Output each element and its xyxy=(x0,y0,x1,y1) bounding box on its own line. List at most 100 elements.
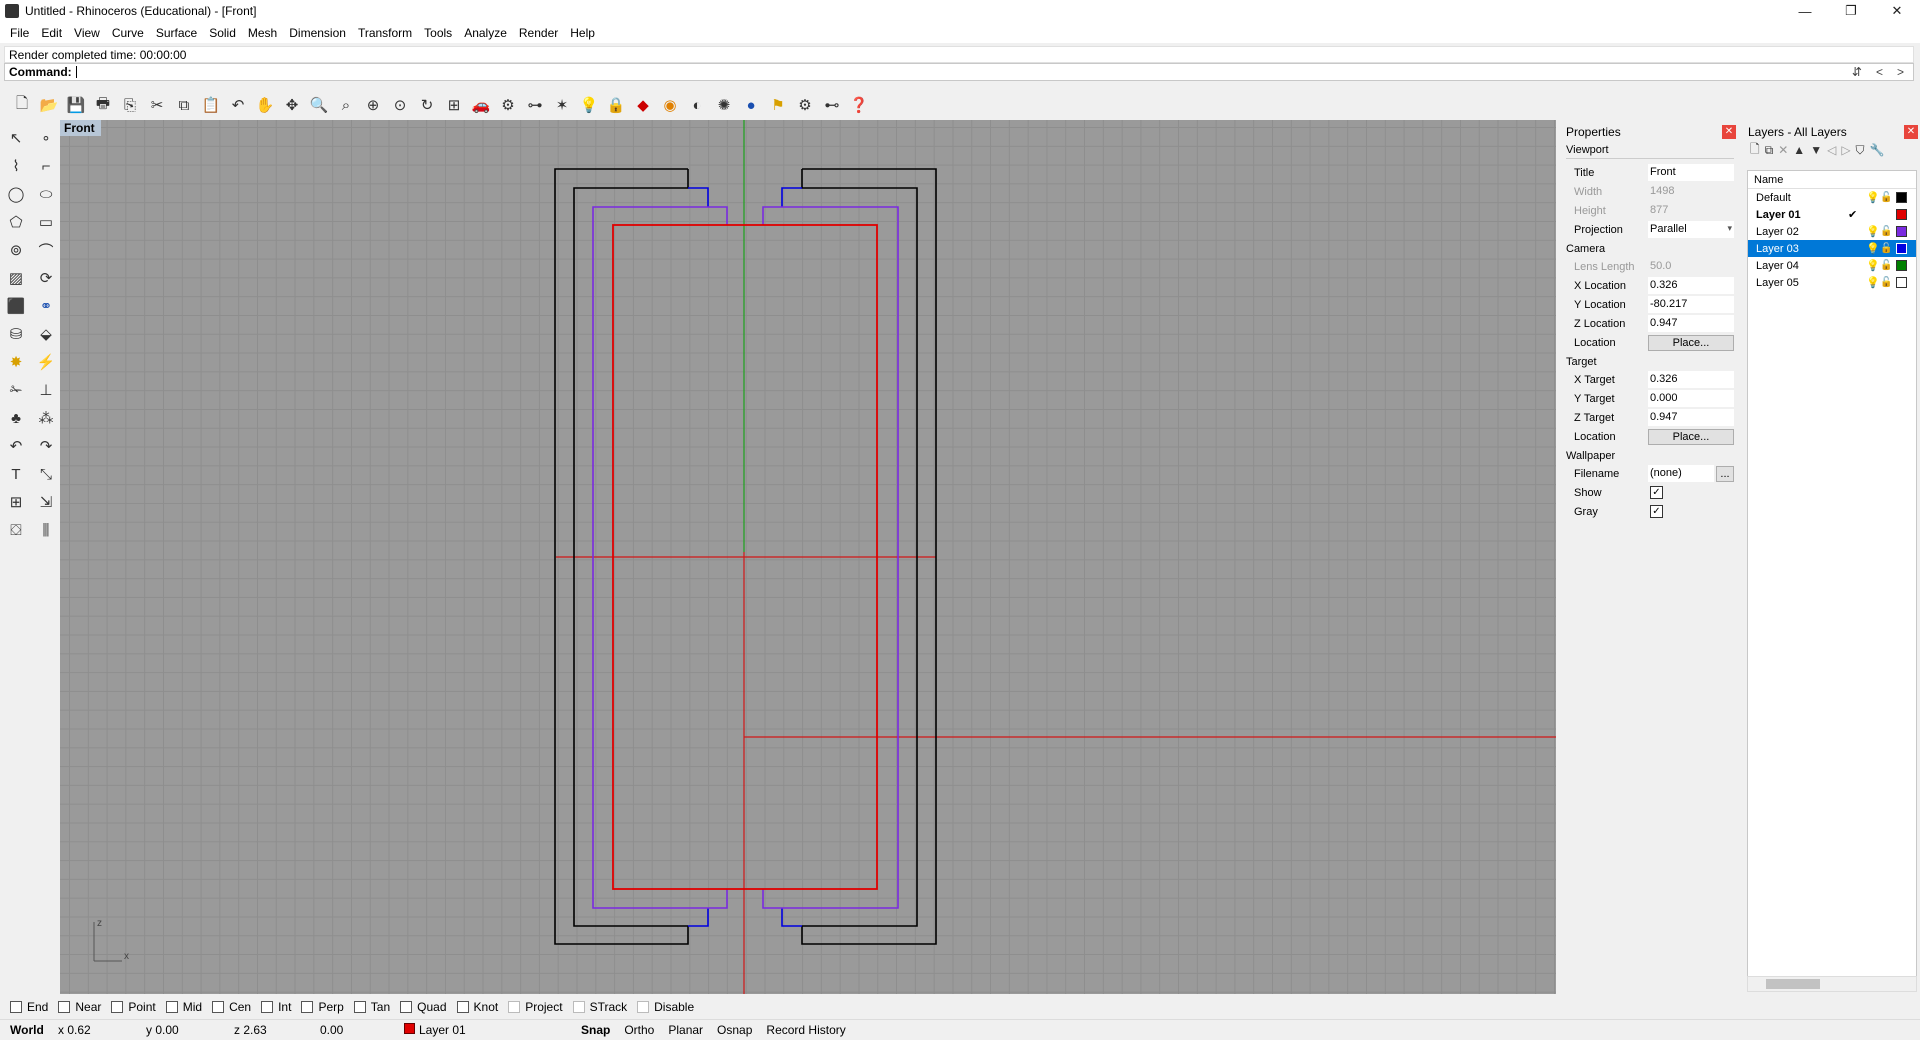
cut-icon[interactable]: ✂ xyxy=(145,93,169,117)
layer-color-swatch[interactable] xyxy=(1896,226,1907,237)
light-icon[interactable]: 💡 xyxy=(577,93,601,117)
move-left-icon[interactable]: ◁ xyxy=(1827,143,1836,157)
layer-row-layer-02[interactable]: Layer 02 💡 🔓 xyxy=(1748,223,1916,240)
rectangle-tool-icon[interactable]: ▭ xyxy=(32,208,60,236)
scrollbar-thumb[interactable] xyxy=(1766,979,1820,989)
osnap-perp[interactable]: Perp xyxy=(301,1000,344,1014)
menu-help[interactable]: Help xyxy=(564,26,601,40)
osnap-end-checkbox[interactable] xyxy=(10,1001,22,1013)
layer-color-swatch[interactable] xyxy=(1896,192,1907,203)
new-icon[interactable]: 🗋 xyxy=(10,93,34,117)
polygon-tool-icon[interactable]: ⬠ xyxy=(2,208,30,236)
sphere-icon[interactable]: ● xyxy=(739,93,763,117)
y-target-field[interactable]: 0.000 xyxy=(1648,390,1734,407)
extrude-tool-icon[interactable]: ⬙ xyxy=(32,320,60,348)
layer-row-layer-04[interactable]: Layer 04 💡 🔓 xyxy=(1748,257,1916,274)
group-tool-icon[interactable]: ♣ xyxy=(2,404,30,432)
osnap-int[interactable]: Int xyxy=(261,1000,291,1014)
arc-tool-icon[interactable]: ↷ xyxy=(32,432,60,460)
osnap-quad-checkbox[interactable] xyxy=(400,1001,413,1013)
camera-place-button[interactable]: Place... xyxy=(1648,334,1734,351)
surface-edit-icon[interactable]: ⟳ xyxy=(32,264,60,292)
text-tool-icon[interactable]: T xyxy=(2,460,30,488)
zoom-selected-icon[interactable]: ⊙ xyxy=(388,93,412,117)
split-tool-icon[interactable]: ⚡ xyxy=(32,348,60,376)
osnap-int-checkbox[interactable] xyxy=(261,1001,274,1013)
offset-tool-icon[interactable]: ⊚ xyxy=(2,236,30,264)
osnap-mid-checkbox[interactable] xyxy=(165,1001,178,1013)
osnap-point[interactable]: Point xyxy=(111,1000,156,1014)
menu-solid[interactable]: Solid xyxy=(203,26,242,40)
dimension-tool-icon[interactable]: ⤡ xyxy=(32,460,60,488)
x-location-field[interactable]: 0.326 xyxy=(1648,277,1734,294)
osnap-strack-checkbox[interactable] xyxy=(572,1001,585,1013)
status-current-layer[interactable]: Layer 01 xyxy=(404,1023,574,1037)
history-scroll-icon[interactable]: ⇵ xyxy=(1852,65,1862,79)
tools-icon[interactable]: 🔧 xyxy=(1870,143,1885,157)
ellipse-tool-icon[interactable]: ⬭ xyxy=(32,180,60,208)
zoom-extents-icon[interactable]: ⊕ xyxy=(361,93,385,117)
open-icon[interactable]: 📂 xyxy=(37,93,61,117)
box-tool-icon[interactable]: ⬛ xyxy=(2,292,30,320)
help-icon[interactable]: ❓ xyxy=(847,93,871,117)
osnap-near[interactable]: Near xyxy=(58,1000,101,1014)
pan-icon[interactable]: ✋ xyxy=(253,93,277,117)
x-target-field[interactable]: 0.326 xyxy=(1648,371,1734,388)
unlock-icon[interactable]: 🔓 xyxy=(1880,243,1894,254)
transform-tool-icon[interactable]: ⇲ xyxy=(32,488,60,516)
menu-curve[interactable]: Curve xyxy=(106,26,150,40)
layer-color-swatch[interactable] xyxy=(1896,209,1907,220)
color-wheel-icon[interactable]: ◉ xyxy=(658,93,682,117)
menu-mesh[interactable]: Mesh xyxy=(242,26,283,40)
osnap-strack[interactable]: STrack xyxy=(572,1000,627,1014)
restore-button[interactable]: ❐ xyxy=(1828,0,1874,22)
surface-tool-icon[interactable]: ▨ xyxy=(2,264,30,292)
lock-icon[interactable]: 🔒 xyxy=(604,93,628,117)
menu-surface[interactable]: Surface xyxy=(150,26,203,40)
status-cplane[interactable]: World xyxy=(0,1023,58,1037)
command-line[interactable]: Command: xyxy=(4,63,1914,81)
osnap-project-checkbox[interactable] xyxy=(508,1001,521,1013)
circle-tool-icon[interactable]: ◯ xyxy=(2,180,30,208)
curve-from-object-icon[interactable]: ↶ xyxy=(2,432,30,460)
gear-icon[interactable]: ⚙ xyxy=(793,93,817,117)
filename-field[interactable]: (none) xyxy=(1648,465,1714,482)
menu-edit[interactable]: Edit xyxy=(35,26,68,40)
osnap-tan[interactable]: Tan xyxy=(353,1000,390,1014)
polyline-tool-icon[interactable]: ⌐ xyxy=(32,152,60,180)
osnap-project[interactable]: Project xyxy=(508,1000,563,1014)
osnap-tan-checkbox[interactable] xyxy=(353,1001,366,1013)
grid-tool-icon[interactable]: ⫼ xyxy=(32,516,60,544)
snap-toggle[interactable]: Snap xyxy=(574,1023,617,1037)
layer-row-layer-03[interactable]: Layer 03 💡 🔓 xyxy=(1748,240,1916,257)
zoom-icon[interactable]: 🔍 xyxy=(307,93,331,117)
import-icon[interactable]: ⎘ xyxy=(118,93,142,117)
target-place-button[interactable]: Place... xyxy=(1648,428,1734,445)
unlock-icon[interactable]: 🔓 xyxy=(1880,192,1894,203)
menu-transform[interactable]: Transform xyxy=(352,26,418,40)
solid-tool-icon[interactable]: ⛋ xyxy=(2,516,30,544)
new-sublayer-icon[interactable]: ⧉ xyxy=(1765,143,1774,158)
join-tool-icon[interactable]: ⊥ xyxy=(32,376,60,404)
viewport-title[interactable]: Front xyxy=(60,120,101,136)
osnap-knot-checkbox[interactable] xyxy=(456,1001,469,1013)
layer-color-swatch[interactable] xyxy=(1896,243,1907,254)
prev-command-icon[interactable]: < xyxy=(1876,65,1883,79)
unlock-icon[interactable]: 🔓 xyxy=(1880,277,1894,288)
explode-tool-icon[interactable]: ✸ xyxy=(2,348,30,376)
unlock-icon[interactable]: 🔓 xyxy=(1880,226,1894,237)
viewport-layout-icon[interactable]: ⊞ xyxy=(442,93,466,117)
cylinder-tool-icon[interactable]: ⛁ xyxy=(2,320,30,348)
fillet-tool-icon[interactable]: ⌒ xyxy=(32,236,60,264)
copy-icon[interactable]: ⧉ xyxy=(172,93,196,117)
menu-dimension[interactable]: Dimension xyxy=(283,26,352,40)
car-icon[interactable]: 🚗 xyxy=(469,93,493,117)
osnap-knot[interactable]: Knot xyxy=(456,1000,498,1014)
layer-color-swatch[interactable] xyxy=(1896,277,1907,288)
trim-tool-icon[interactable]: ✁ xyxy=(2,376,30,404)
browse-button[interactable]: ... xyxy=(1716,465,1734,482)
minimize-button[interactable]: — xyxy=(1782,0,1828,22)
osnap-perp-checkbox[interactable] xyxy=(301,1001,314,1013)
render-icon[interactable]: ✺ xyxy=(712,93,736,117)
menu-render[interactable]: Render xyxy=(513,26,564,40)
